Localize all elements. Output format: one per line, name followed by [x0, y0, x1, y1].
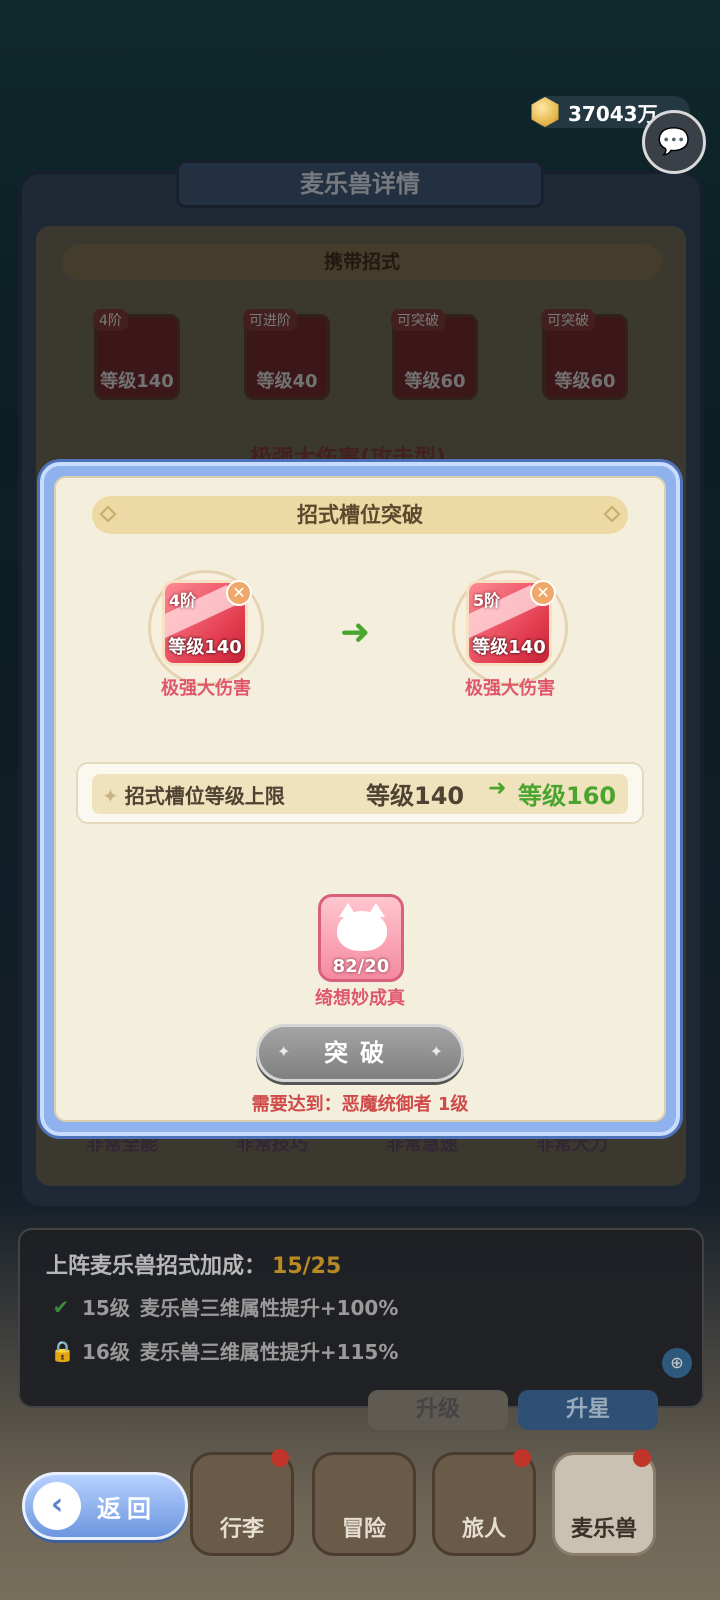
arrow-right-icon: ➜: [488, 776, 507, 801]
chat-button[interactable]: 💬: [642, 110, 706, 174]
skill-tier: 4阶: [169, 591, 197, 610]
level-limit-to: 等级160: [518, 782, 617, 810]
back-button[interactable]: ‹ 返回: [22, 1472, 188, 1540]
sparkle-icon: ✦: [277, 1042, 291, 1061]
skill-level: 等级140: [472, 637, 546, 658]
notification-dot: [271, 1449, 289, 1467]
upstar-button[interactable]: 升星: [518, 1390, 658, 1430]
level-limit-from: 等级140: [366, 782, 465, 810]
sparkle-icon: ✦: [102, 784, 119, 808]
bonus-text: 麦乐兽三维属性提升+115%: [139, 1340, 399, 1364]
upgrade-button[interactable]: 升级: [368, 1390, 508, 1430]
nav-item-traveler[interactable]: 旅人: [432, 1449, 536, 1556]
currency-amount: 37043万: [568, 101, 658, 126]
bonus-count: 15/25: [272, 1254, 342, 1279]
nav-label: 麦乐兽: [570, 1517, 637, 1542]
diamond-ornament-icon: [603, 505, 621, 523]
cross-badge-icon: ✕: [226, 580, 252, 606]
nav-label: 冒险: [341, 1517, 386, 1542]
skill-tier: 5阶: [473, 591, 501, 610]
skill-name-before: 极强大伤害: [161, 678, 251, 699]
material-name: 绮想妙成真: [315, 988, 405, 1009]
skill-level: 等级140: [168, 637, 242, 658]
material-item[interactable]: 82/20: [318, 894, 404, 982]
bonus-line-1: ✔ 15级 麦乐兽三维属性提升+100%: [50, 1292, 399, 1321]
breakthrough-label: 突破: [324, 1039, 396, 1067]
nav-item-luggage[interactable]: 行李: [190, 1449, 294, 1556]
breakthrough-button[interactable]: ✦ 突破 ✦: [256, 1024, 464, 1082]
diamond-ornament-icon: [99, 505, 117, 523]
material-count: 82/20: [332, 956, 390, 977]
bonus-level: 16级: [82, 1340, 130, 1364]
modal-title-text: 招式槽位突破: [297, 503, 423, 527]
bonus-line-2: 🔒 16级 麦乐兽三维属性提升+115%: [50, 1336, 398, 1365]
sparkle-icon: ✦: [429, 1042, 443, 1061]
upgrade-buttons: 升级 升星: [0, 1390, 720, 1430]
modal-title: 招式槽位突破: [92, 496, 628, 534]
skill-name-after: 极强大伤害: [465, 678, 555, 699]
bonus-title-text: 上阵麦乐兽招式加成：: [46, 1254, 267, 1279]
nav-label: 旅人: [461, 1517, 506, 1542]
requirement-text: 需要达到：恶魔统御者 1级: [251, 1094, 469, 1115]
bonus-title: 上阵麦乐兽招式加成： 15/25: [46, 1248, 341, 1280]
back-label: 返回: [97, 1494, 157, 1523]
arrow-right-icon: ➜: [340, 612, 371, 653]
cat-face-icon: [337, 903, 387, 951]
bonus-text: 麦乐兽三维属性提升+100%: [139, 1296, 399, 1320]
bonus-level: 15级: [82, 1296, 130, 1320]
notification-dot: [633, 1449, 651, 1467]
cross-badge-icon: ✕: [530, 580, 556, 606]
notification-dot: [513, 1449, 531, 1467]
check-icon: ✔: [52, 1294, 70, 1319]
zoom-icon[interactable]: ⊕: [662, 1348, 692, 1378]
level-limit-label: ✦ 招式槽位等级上限: [102, 780, 285, 809]
level-limit-text: 招式槽位等级上限: [124, 784, 285, 808]
nav-item-pet[interactable]: 麦乐兽: [552, 1449, 656, 1556]
back-arrow-icon: ‹: [33, 1482, 81, 1530]
nav-label: 行李: [219, 1517, 264, 1542]
chat-bubbles-icon: 💬: [657, 127, 691, 157]
nav-item-adventure[interactable]: 冒险: [312, 1452, 416, 1556]
bonus-panel: 上阵麦乐兽招式加成： 15/25 ✔ 15级 麦乐兽三维属性提升+100% 🔒 1…: [18, 1228, 704, 1408]
lock-icon: 🔒: [50, 1338, 75, 1363]
